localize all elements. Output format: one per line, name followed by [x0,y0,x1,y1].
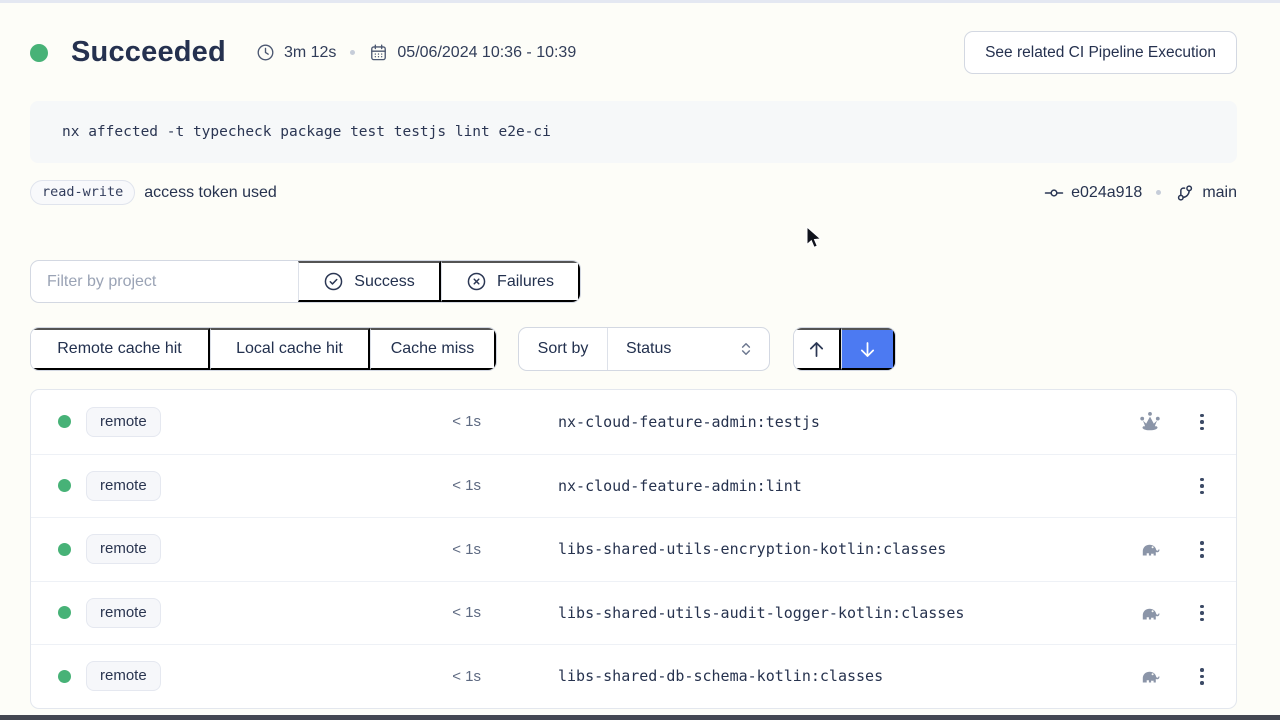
task-status-dot [58,543,71,556]
cache-source-badge: remote [86,407,161,437]
access-token-text: access token used [144,184,277,202]
task-row[interactable]: remote < 1s libs-shared-db-schema-kotlin… [31,644,1236,708]
filters-row: Success Failures [30,260,1237,303]
sort-by-label: Sort by [519,328,607,370]
row-menu-button[interactable] [1195,411,1209,433]
task-name: libs-shared-db-schema-kotlin:classes [558,667,883,685]
row-menu-button[interactable] [1195,538,1209,560]
task-row[interactable]: remote < 1s nx-cloud-feature-admin:lint [31,454,1236,518]
task-name: nx-cloud-feature-admin:lint [558,477,802,495]
task-duration: < 1s [176,477,481,494]
task-row[interactable]: remote < 1s libs-shared-utils-audit-logg… [31,581,1236,645]
command-text: nx affected -t typecheck package test te… [62,124,551,140]
date-range-text: 05/06/2024 10:36 - 10:39 [397,44,576,62]
status-dot [30,44,48,62]
cache-source-badge: remote [86,471,161,501]
sort-select[interactable]: Status [607,328,769,370]
success-filter-button[interactable]: Success [298,261,441,302]
cache-source-badge: remote [86,661,161,691]
x-circle-icon [466,271,487,292]
tab-cache-miss[interactable]: Cache miss [370,328,496,370]
run-duration: 3m 12s [256,43,336,62]
branch-name[interactable]: main [1202,184,1237,202]
run-date: 05/06/2024 10:36 - 10:39 [369,43,576,62]
task-status-dot [58,415,71,428]
run-detail-page: Succeeded 3m 12s 05/06/2024 10:36 - 10:3… [0,31,1280,709]
access-token-badge: read-write [30,180,135,205]
gradle-icon [1138,537,1162,561]
cache-source-badge: remote [86,534,161,564]
task-name: libs-shared-utils-encryption-kotlin:clas… [558,540,946,558]
task-duration: < 1s [176,604,481,621]
task-duration: < 1s [176,413,481,430]
task-duration: < 1s [176,541,481,558]
task-name: libs-shared-utils-audit-logger-kotlin:cl… [558,604,964,622]
task-status-dot [58,479,71,492]
arrow-down-icon [857,339,878,360]
commit-icon [1044,183,1064,203]
task-status-dot [58,606,71,619]
jest-icon [1138,410,1162,434]
row-menu-button[interactable] [1195,475,1209,497]
row-menu-button[interactable] [1195,665,1209,687]
dot-separator [350,50,355,55]
filter-by-project-input[interactable] [31,261,297,302]
commit-sha[interactable]: e024a918 [1071,184,1142,202]
see-related-pipeline-button[interactable]: See related CI Pipeline Execution [964,31,1237,74]
row-menu-button[interactable] [1195,602,1209,624]
branch-icon [1175,183,1195,203]
sort-descending-button[interactable] [841,328,895,370]
task-duration: < 1s [176,668,481,685]
bottom-strip [0,715,1280,720]
failures-filter-label: Failures [497,273,554,291]
token-row: read-write access token used e024a918 ma… [30,180,1237,205]
cache-source-badge: remote [86,598,161,628]
page-title: Succeeded [71,36,226,69]
run-header: Succeeded 3m 12s 05/06/2024 10:36 - 10:3… [30,31,1237,74]
task-name: nx-cloud-feature-admin:testjs [558,413,820,431]
task-table: remote < 1s nx-cloud-feature-admin:testj… [30,389,1237,709]
task-row[interactable]: remote < 1s nx-cloud-feature-admin:testj… [31,390,1236,454]
gradle-icon [1138,601,1162,625]
check-circle-icon [323,271,344,292]
clock-icon [256,43,275,62]
failures-filter-button[interactable]: Failures [441,261,580,302]
chevron-up-down-icon [737,340,755,358]
success-filter-label: Success [354,273,414,291]
tab-remote-cache-hit[interactable]: Remote cache hit [31,328,210,370]
top-divider [0,0,1280,3]
duration-text: 3m 12s [284,44,336,62]
task-status-dot [58,670,71,683]
dot-separator [1156,190,1161,195]
sort-ascending-button[interactable] [794,328,841,370]
arrow-up-icon [806,339,827,360]
gradle-icon [1138,664,1162,688]
calendar-icon [369,43,388,62]
sort-select-value: Status [626,340,671,358]
controls-row: Remote cache hit Local cache hit Cache m… [30,327,1237,371]
task-row[interactable]: remote < 1s libs-shared-utils-encryption… [31,517,1236,581]
tab-local-cache-hit[interactable]: Local cache hit [210,328,370,370]
command-block: nx affected -t typecheck package test te… [30,101,1237,163]
